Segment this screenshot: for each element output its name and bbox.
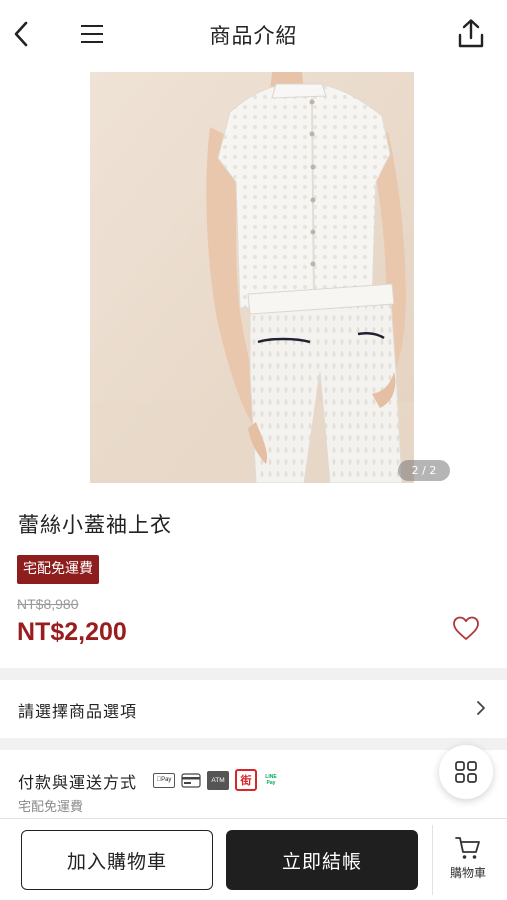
cart-button[interactable]: 購物車 [440, 835, 496, 891]
product-option-selector[interactable]: 請選擇商品選項 [0, 680, 507, 738]
page-title: 商品介紹 [209, 24, 298, 48]
option-selector-label: 請選擇商品選項 [18, 702, 138, 721]
section-divider [0, 738, 507, 750]
favorite-button[interactable] [449, 612, 483, 644]
shopping-cart-icon [455, 837, 480, 859]
sale-price: NT$2,200 [17, 618, 127, 646]
gallery-page-indicator: 2 / 2 [398, 460, 450, 481]
add-to-cart-button[interactable]: 加入購物車 [21, 830, 213, 890]
payment-shipping-subtext: 宅配免運費 [18, 800, 84, 815]
atm-icon: ATM [207, 770, 229, 790]
payment-shipping-label: 付款與運送方式 [18, 773, 138, 792]
line-pay-icon: LINE Pay [265, 774, 277, 786]
original-price: NT$8,980 [17, 596, 79, 612]
floating-grid-button[interactable] [439, 745, 493, 799]
checkout-button[interactable]: 立即結帳 [226, 830, 418, 890]
card-icon [181, 771, 201, 790]
convenience-store-icon: 街 [235, 769, 257, 791]
bottom-action-bar: 加入購物車 立即結帳 購物車 [0, 818, 507, 900]
cart-divider [432, 825, 433, 895]
share-upload-icon [458, 19, 484, 48]
payment-shipping-row[interactable]: 付款與運送方式 Pay ATM 街 LINE Pay 宅配免運費 [0, 750, 507, 820]
chevron-right-icon [477, 701, 485, 715]
apple-pay-icon: Pay [153, 772, 175, 788]
product-name: 蕾絲小蓋袖上衣 [18, 513, 172, 537]
share-button[interactable] [453, 16, 489, 52]
app-header: 商品介紹 [0, 0, 507, 70]
grid-icon [455, 761, 477, 783]
product-photo [90, 72, 414, 483]
cart-label: 購物車 [449, 866, 486, 880]
free-shipping-badge: 宅配免運費 [17, 555, 99, 584]
product-image-gallery[interactable] [90, 72, 414, 483]
section-divider [0, 668, 507, 680]
payment-method-icons: Pay ATM 街 LINE Pay [153, 769, 279, 791]
heart-outline-icon [453, 616, 479, 640]
